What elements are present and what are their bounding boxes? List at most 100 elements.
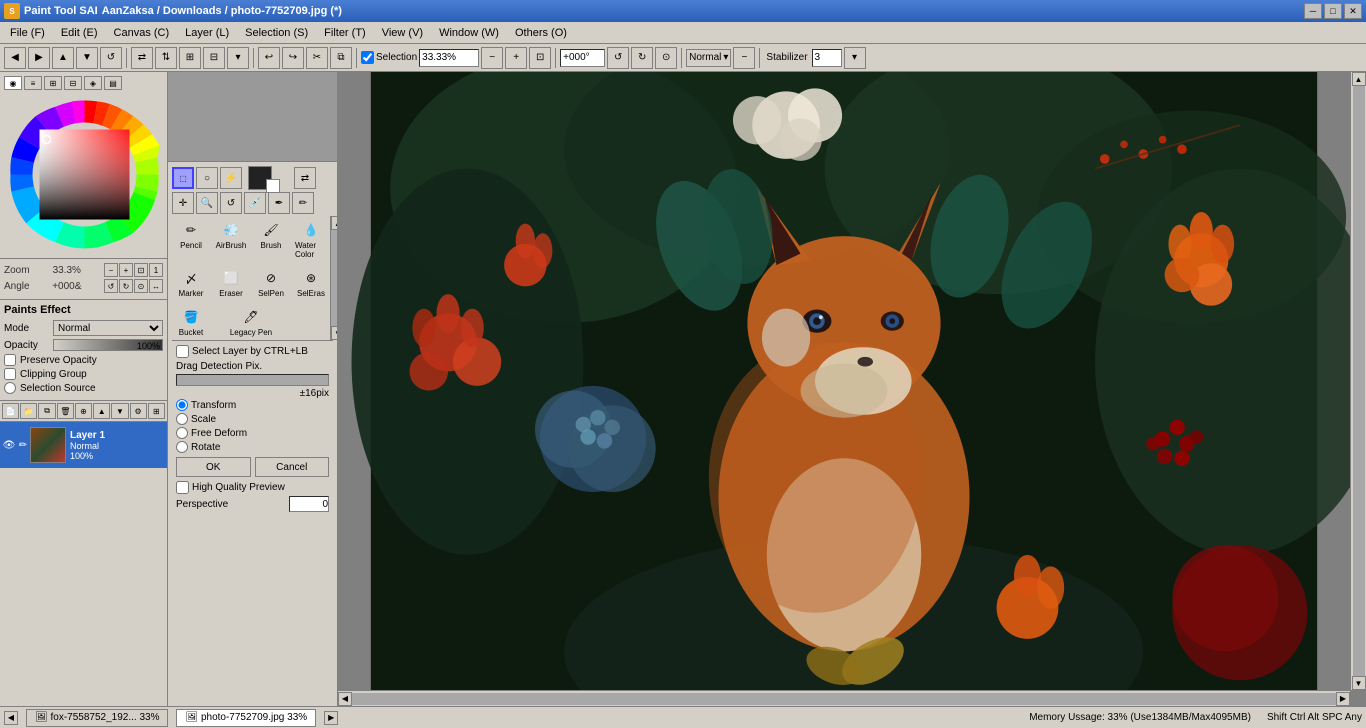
- perspective-input[interactable]: [289, 496, 329, 512]
- status-scroll-right[interactable]: ▶: [324, 711, 338, 725]
- mode-select[interactable]: Normal Multiply Screen: [53, 320, 163, 336]
- pencil-tool[interactable]: ✏ Pencil: [172, 216, 210, 262]
- scroll-v-track[interactable]: [1353, 86, 1365, 676]
- angle-reset[interactable]: ⊙: [134, 279, 148, 293]
- scroll-up-btn[interactable]: ▲: [331, 216, 337, 230]
- airbrush-tool[interactable]: 💨 AirBrush: [212, 216, 250, 262]
- toolbar-btn-flip-v[interactable]: ⇅: [155, 47, 177, 69]
- stabilizer-input[interactable]: [812, 49, 842, 67]
- layer-up-btn[interactable]: ▲: [93, 403, 110, 419]
- angle-input[interactable]: [560, 49, 605, 67]
- angle-l[interactable]: ↺: [104, 279, 118, 293]
- toolbar-btn-9[interactable]: ⧉: [330, 47, 352, 69]
- eraser-tool[interactable]: ⬜ Eraser: [212, 264, 250, 301]
- canvas-area[interactable]: ▲ ▼ ◀ ▶: [338, 72, 1366, 706]
- bucket-tool[interactable]: 🪣 Bucket: [172, 303, 210, 340]
- toolbar-btn-2[interactable]: ▶: [28, 47, 50, 69]
- wand-tool[interactable]: ⚡: [220, 167, 242, 189]
- brush-tool-btn[interactable]: 🖌 Brush: [252, 216, 290, 262]
- ok-button[interactable]: OK: [176, 457, 251, 477]
- clipping-group-check[interactable]: [4, 368, 16, 380]
- lasso-tool[interactable]: ○: [196, 167, 218, 189]
- menu-edit[interactable]: Edit (E): [53, 23, 106, 43]
- color-tab-6[interactable]: ▤: [104, 76, 122, 90]
- angle-reset-btn[interactable]: ⊙: [655, 47, 677, 69]
- toolbar-btn-1[interactable]: ◀: [4, 47, 26, 69]
- layer-visibility-icon[interactable]: 👁: [2, 438, 16, 452]
- layer-settings-btn[interactable]: ⚙: [130, 403, 147, 419]
- seleras-tool[interactable]: ⊛ SelEras: [292, 264, 330, 301]
- zoom-plus[interactable]: +: [119, 263, 133, 277]
- scroll-h-track[interactable]: [352, 693, 1336, 705]
- scroll-h-right[interactable]: ▶: [1336, 692, 1350, 706]
- selection-checkbox[interactable]: [361, 51, 374, 64]
- menu-window[interactable]: Window (W): [431, 23, 507, 43]
- new-folder-btn[interactable]: 📁: [20, 403, 37, 419]
- menu-canvas[interactable]: Canvas (C): [106, 23, 178, 43]
- toolbar-dropdown-arrow[interactable]: ▾: [227, 47, 249, 69]
- watercolor-tool[interactable]: 💧 Water Color: [292, 216, 330, 262]
- free-deform-radio[interactable]: [176, 427, 188, 439]
- minimize-button[interactable]: ─: [1304, 3, 1322, 19]
- toolbar-btn-grid[interactable]: ⊞: [179, 47, 201, 69]
- color-tab-wheel[interactable]: ◉: [4, 76, 22, 90]
- angle-flip[interactable]: ↔: [149, 279, 163, 293]
- layer-lock-icon[interactable]: ✏: [16, 438, 30, 452]
- toolbar-btn-3[interactable]: ▲: [52, 47, 74, 69]
- close-button[interactable]: ✕: [1344, 3, 1362, 19]
- color-reset-btn[interactable]: ⇄: [294, 167, 316, 189]
- color-tab-picker[interactable]: ⊟: [64, 76, 82, 90]
- duplicate-layer-btn[interactable]: ⧉: [38, 403, 55, 419]
- selection-tool[interactable]: ⬚: [172, 167, 194, 189]
- zoom-actual[interactable]: 1: [149, 263, 163, 277]
- menu-selection[interactable]: Selection (S): [237, 23, 316, 43]
- zoom-tool[interactable]: 🔍: [196, 192, 218, 214]
- color-wheel-container[interactable]: [4, 94, 164, 254]
- toolbar-selection-check[interactable]: Selection: [361, 51, 417, 64]
- scroll-v-up[interactable]: ▲: [1352, 72, 1366, 86]
- status-scroll-left[interactable]: ◀: [4, 711, 18, 725]
- zoom-minus-btn[interactable]: −: [481, 47, 503, 69]
- zoom-minus[interactable]: −: [104, 263, 118, 277]
- angle-cw-btn[interactable]: ↻: [631, 47, 653, 69]
- color-tab-5[interactable]: ◈: [84, 76, 102, 90]
- selection-source-radio[interactable]: [4, 382, 16, 394]
- preserve-opacity-check[interactable]: [4, 354, 16, 366]
- toolbar-btn-flip-h[interactable]: ⇄: [131, 47, 153, 69]
- toolbar-btn-7[interactable]: ↪: [282, 47, 304, 69]
- layer-expand-btn[interactable]: ⊞: [148, 403, 165, 419]
- toolbar-btn-6[interactable]: ↩: [258, 47, 280, 69]
- layer-item[interactable]: 👁 ✏ Layer 1 Normal 100%: [0, 422, 167, 468]
- toolbar-btn-8[interactable]: ✂: [306, 47, 328, 69]
- scroll-down-btn[interactable]: ▼: [331, 326, 337, 340]
- menu-others[interactable]: Others (O): [507, 23, 575, 43]
- scroll-track[interactable]: [331, 230, 337, 326]
- marker-tool[interactable]: 〆 Marker: [172, 264, 210, 301]
- new-layer-btn[interactable]: 📄: [2, 403, 19, 419]
- toolbar-btn-4[interactable]: ▼: [76, 47, 98, 69]
- color-tab-slider[interactable]: ≡: [24, 76, 42, 90]
- pen-tool[interactable]: ✒: [268, 192, 290, 214]
- maximize-button[interactable]: □: [1324, 3, 1342, 19]
- merge-layer-btn[interactable]: ⊕: [75, 403, 92, 419]
- selpen-tool[interactable]: ⊘ SelPen: [252, 264, 290, 301]
- menu-file[interactable]: File (F): [2, 23, 53, 43]
- edit-tool[interactable]: ✏: [292, 192, 314, 214]
- angle-r[interactable]: ↻: [119, 279, 133, 293]
- legacy-pen-tool[interactable]: 🖊 Legacy Pen: [212, 303, 290, 340]
- zoom-fit[interactable]: ⊡: [134, 263, 148, 277]
- delete-layer-btn[interactable]: 🗑: [57, 403, 74, 419]
- select-layer-check[interactable]: [176, 345, 189, 358]
- background-color[interactable]: [266, 179, 280, 193]
- scroll-v-down[interactable]: ▼: [1352, 676, 1366, 690]
- rotate-tool[interactable]: ↺: [220, 192, 242, 214]
- normal-dropdown[interactable]: Normal ▾: [686, 49, 731, 67]
- transform-radio[interactable]: [176, 399, 188, 411]
- tab-fox[interactable]: 🖼 fox-7558752_192... 33%: [26, 709, 168, 727]
- drag-slider[interactable]: [176, 374, 329, 386]
- menu-filter[interactable]: Filter (T): [316, 23, 374, 43]
- hq-preview-check[interactable]: [176, 481, 189, 494]
- scale-radio[interactable]: [176, 413, 188, 425]
- zoom-fit-btn[interactable]: ⊡: [529, 47, 551, 69]
- tab-photo[interactable]: 🖼 photo-7752709.jpg 33%: [176, 709, 316, 727]
